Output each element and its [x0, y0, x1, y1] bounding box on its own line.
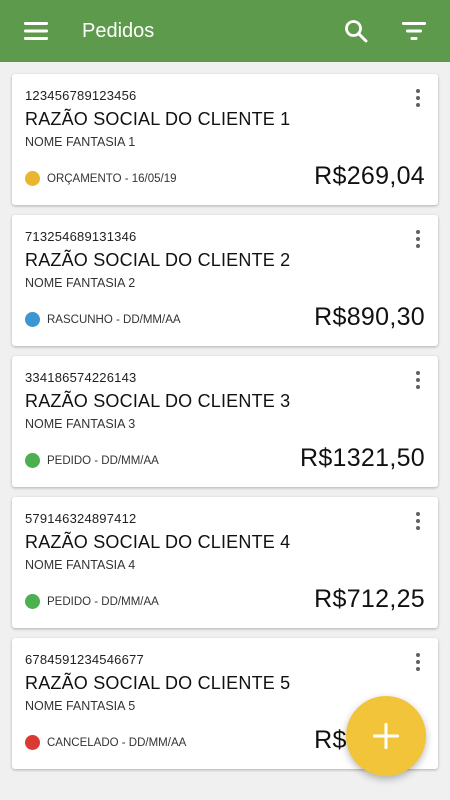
- order-status: CANCELADO - DD/MM/AA: [25, 735, 186, 750]
- status-label: ORÇAMENTO - 16/05/19: [47, 172, 177, 185]
- status-dot: [25, 735, 40, 750]
- order-code: 579146324897412: [25, 511, 137, 526]
- client-razao-social: RAZÃO SOCIAL DO CLIENTE 1: [25, 109, 291, 129]
- client-nome-fantasia: NOME FANTASIA 1: [25, 135, 136, 149]
- status-dot: [25, 171, 40, 186]
- client-razao-social: RAZÃO SOCIAL DO CLIENTE 3: [25, 391, 291, 411]
- more-options-button[interactable]: [408, 368, 428, 392]
- more-vert-icon: [416, 512, 420, 516]
- order-card[interactable]: 713254689131346 RAZÃO SOCIAL DO CLIENTE …: [12, 215, 438, 346]
- status-label: PEDIDO - DD/MM/AA: [47, 595, 159, 608]
- order-card[interactable]: 334186574226143 RAZÃO SOCIAL DO CLIENTE …: [12, 356, 438, 487]
- order-code: 713254689131346: [25, 229, 137, 244]
- more-options-button[interactable]: [408, 509, 428, 533]
- search-icon: [345, 20, 368, 43]
- order-card[interactable]: 579146324897412 RAZÃO SOCIAL DO CLIENTE …: [12, 497, 438, 628]
- more-vert-icon: [416, 653, 420, 657]
- order-total: R$712,25: [314, 585, 425, 613]
- status-label: CANCELADO - DD/MM/AA: [47, 736, 187, 749]
- client-nome-fantasia: NOME FANTASIA 2: [25, 276, 136, 290]
- status-dot: [25, 594, 40, 609]
- app-bar: Pedidos: [0, 0, 450, 62]
- more-vert-icon: [416, 89, 420, 93]
- more-options-button[interactable]: [408, 650, 428, 674]
- more-options-button[interactable]: [408, 227, 428, 251]
- order-total: R$890,30: [314, 303, 425, 331]
- order-code: 334186574226143: [25, 370, 137, 385]
- client-razao-social: RAZÃO SOCIAL DO CLIENTE 2: [25, 250, 291, 270]
- order-status: RASCUNHO - DD/MM/AA: [25, 312, 181, 327]
- order-total: R$269,04: [314, 162, 425, 190]
- search-button[interactable]: [332, 7, 380, 55]
- menu-button[interactable]: [12, 7, 60, 55]
- order-status: PEDIDO - DD/MM/AA: [25, 594, 159, 609]
- plus-icon: [373, 723, 399, 749]
- order-status: ORÇAMENTO - 16/05/19: [25, 171, 177, 186]
- filter-button[interactable]: [390, 7, 438, 55]
- status-dot: [25, 312, 40, 327]
- order-code: 123456789123456: [25, 88, 137, 103]
- status-dot: [25, 453, 40, 468]
- order-status: PEDIDO - DD/MM/AA: [25, 453, 159, 468]
- add-order-fab[interactable]: [346, 696, 426, 776]
- order-card[interactable]: 123456789123456 RAZÃO SOCIAL DO CLIENTE …: [12, 74, 438, 205]
- orders-list: 123456789123456 RAZÃO SOCIAL DO CLIENTE …: [12, 74, 438, 779]
- client-nome-fantasia: NOME FANTASIA 5: [25, 699, 136, 713]
- more-vert-icon: [416, 371, 420, 375]
- client-nome-fantasia: NOME FANTASIA 4: [25, 558, 136, 572]
- more-options-button[interactable]: [408, 86, 428, 110]
- page-title: Pedidos: [82, 19, 155, 42]
- filter-icon: [402, 22, 426, 40]
- status-label: PEDIDO - DD/MM/AA: [47, 454, 159, 467]
- status-label: RASCUNHO - DD/MM/AA: [47, 313, 181, 326]
- client-razao-social: RAZÃO SOCIAL DO CLIENTE 5: [25, 673, 291, 693]
- order-code: 6784591234546677: [25, 652, 144, 667]
- client-nome-fantasia: NOME FANTASIA 3: [25, 417, 136, 431]
- order-total: R$1321,50: [299, 444, 425, 472]
- menu-icon: [24, 22, 48, 40]
- more-vert-icon: [416, 230, 420, 234]
- client-razao-social: RAZÃO SOCIAL DO CLIENTE 4: [25, 532, 291, 552]
